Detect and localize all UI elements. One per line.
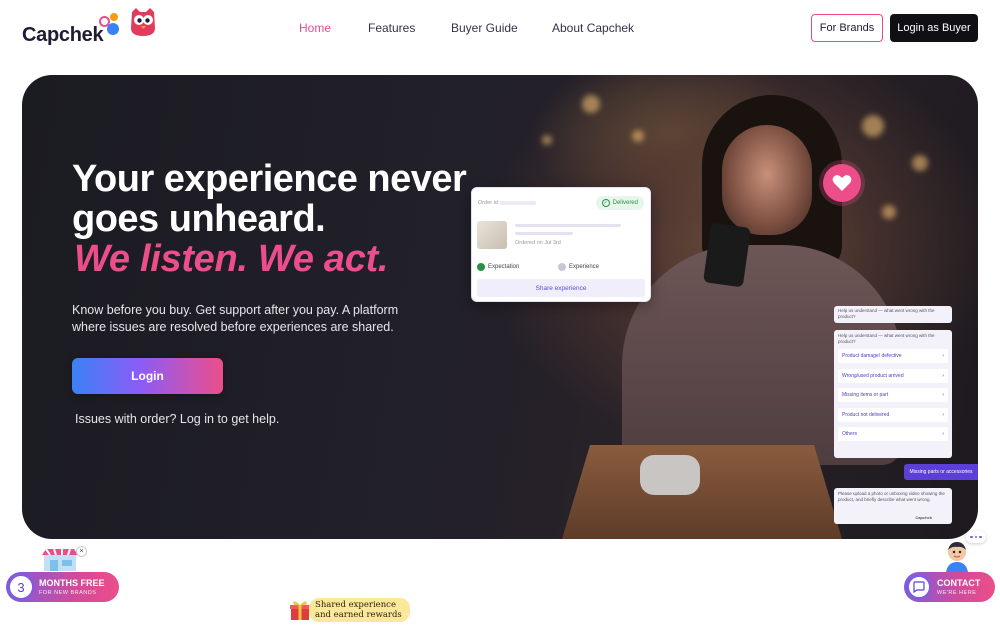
reward-text: Shared experience and earned rewards [309,598,410,622]
chat-option[interactable]: Product not delivered › [838,407,948,422]
for-brands-button[interactable]: For Brands [811,14,883,42]
nav-features[interactable]: Features [368,21,415,35]
logo-badges-icon [99,12,123,36]
hero-subtitle: Know before you buy. Get support after y… [72,303,399,334]
reward-sticker: Shared experience and earned rewards [289,596,410,624]
person-face [722,125,812,235]
chevron-right-icon: › [942,392,944,398]
chat-option[interactable]: Product damage/ defective › [838,349,948,363]
chevron-right-icon: › [942,353,944,359]
hero-title: Your experience never goes unheard. [72,158,467,240]
hero-title-line2: goes unheard. [72,198,326,240]
reward-line1: Shared experience [315,600,396,610]
order-id-placeholder [500,201,536,205]
bokeh-light [862,115,884,137]
capchek-logo[interactable]: Capchek [22,8,119,48]
login-as-buyer-button[interactable]: Login as Buyer [890,14,978,42]
product-thumbnail [477,221,507,249]
bokeh-light [582,95,600,113]
order-id-label: Order id: [478,200,500,206]
chat-option[interactable]: Wrong/used product arrived › [838,368,948,383]
check-icon: ✓ [601,199,610,207]
chat-signature: Capchek [915,515,932,520]
chat-upload-prompt: Please upload a photo or unboxing video … [834,488,952,524]
bokeh-light [632,130,644,142]
support-agent-icon [946,542,968,572]
upload-prompt-text: Please upload a photo or unboxing video … [838,491,945,502]
hero-banner: Your experience never goes unheard. We l… [22,75,978,539]
pending-circle-icon [558,263,566,271]
nav-home[interactable]: Home [299,21,331,35]
promo-title: MONTHS FREE [39,578,105,588]
chat-bubble-icon [907,575,931,599]
nav-buyer-guide[interactable]: Buyer Guide [451,21,518,35]
contact-subtitle: WE'RE HERE [937,590,977,596]
reward-line2: and earned rewards [315,610,402,620]
gift-icon [290,601,310,620]
experience-step: Experience [558,263,599,271]
delivered-label: Delivered [612,200,638,206]
product-detail-placeholder [515,232,573,235]
nav-about-capchek[interactable]: About Capchek [552,21,634,35]
chat-question-bubble: Help us understand — what went wrong wit… [834,306,952,323]
expectation-step: Expectation [477,263,519,271]
check-circle-icon [477,263,485,271]
smartphone [703,222,751,288]
shop-icon [42,549,78,571]
page: Capchek Home Features Buyer Guide About … [0,0,1000,625]
chevron-right-icon: › [942,431,944,437]
owl-mascot-icon [131,8,155,36]
bokeh-light [542,135,552,145]
ordered-on-date: Ordered on Jul 3rd [515,240,561,246]
chat-options-panel: Help us understand — what went wrong wit… [834,330,952,458]
cloth-item [640,455,700,495]
login-button[interactable]: Login [72,358,223,394]
hero-title-line1: Your experience never [72,158,467,200]
hero-accent: We listen. We act. [74,238,389,280]
chat-option[interactable]: Missing items or part › [838,388,948,402]
share-experience-button[interactable]: Share experience [477,279,645,297]
bokeh-light [882,205,896,219]
chat-option[interactable]: Others › [838,427,948,441]
promo-close-button[interactable]: × [76,546,87,557]
contact-title: CONTACT [937,578,981,588]
chat-user-reply: Missing parts or accessories [904,464,978,480]
heart-icon [823,164,861,202]
contact-button[interactable]: CONTACT WE'RE HERE [904,572,995,602]
chevron-right-icon: › [942,411,944,418]
months-free-promo[interactable]: 3 MONTHS FREE FOR NEW BRANDS [6,572,119,602]
expectation-label: Expectation [488,264,520,270]
chevron-right-icon: › [942,372,944,379]
bokeh-light [912,155,928,171]
product-name-placeholder [515,224,621,227]
experience-label: Experience [569,264,600,270]
delivered-badge: ✓ Delivered [595,196,644,210]
promo-number: 3 [8,574,34,600]
chat-question: Help us understand — what went wrong wit… [838,333,935,344]
order-card: Order id: ✓ Delivered Ordered on Jul 3rd… [471,187,651,302]
cardboard-box [562,445,842,539]
issues-help-text: Issues with order? Log in to get help. [75,412,280,426]
promo-subtitle: FOR NEW BRANDS [39,590,97,596]
logo-text: Capchek [22,23,104,46]
